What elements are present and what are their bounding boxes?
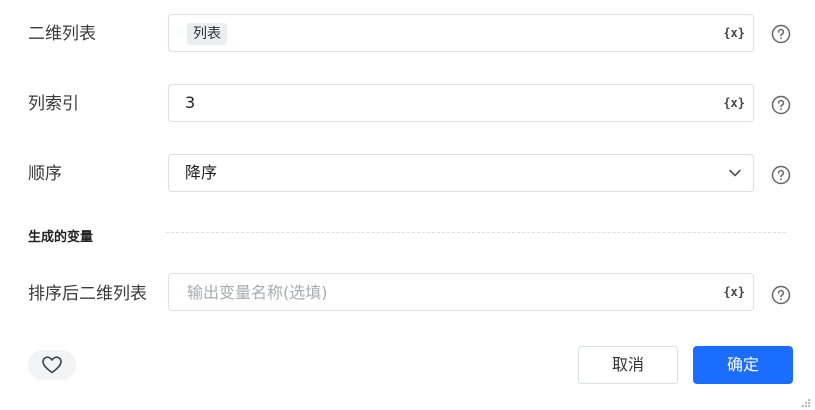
resize-grip-icon[interactable] [801,398,811,408]
help-circle-icon[interactable] [771,165,791,185]
list-variable-tag[interactable]: 列表 [187,23,227,45]
list-label: 二维列表 [28,24,96,44]
section-title: 生成的变量 [28,230,94,245]
help-circle-icon[interactable] [771,95,791,115]
confirm-button[interactable]: 确定 [693,346,793,384]
order-label: 顺序 [28,164,62,184]
order-selected-value: 降序 [185,163,218,182]
variable-icon[interactable]: {x} [723,283,745,301]
variable-icon[interactable]: {x} [723,94,745,112]
output-variable-input[interactable]: 输出变量名称(选填) {x} [168,273,754,311]
column-index-value: 3 [185,93,196,112]
heart-icon [42,356,62,374]
list-field[interactable]: 列表 {x} [168,14,754,52]
cancel-button[interactable]: 取消 [578,346,678,384]
favorite-button[interactable] [28,350,76,380]
help-circle-icon[interactable] [771,285,791,305]
column-index-field[interactable]: 3 {x} [168,84,754,122]
chevron-down-icon[interactable] [727,165,743,181]
output-label: 排序后二维列表 [28,284,147,304]
help-circle-icon[interactable] [771,24,791,44]
variable-icon[interactable]: {x} [723,24,745,42]
order-select[interactable]: 降序 [168,154,754,192]
column-index-label: 列索引 [28,94,79,114]
output-placeholder: 输出变量名称(选填) [187,283,328,302]
section-divider [166,232,786,233]
